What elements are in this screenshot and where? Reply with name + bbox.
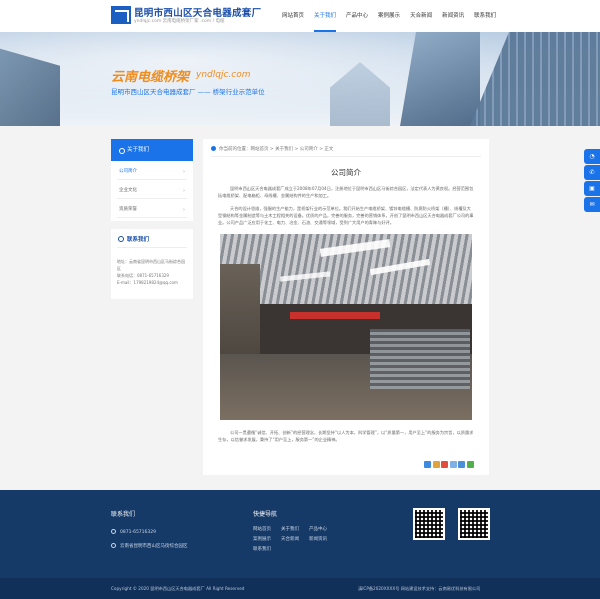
main-nav: 网站首页 关于我们 产品中心 案例展示 天合新闻 新闻资讯 联系我们 <box>282 0 506 32</box>
brand-subtitle: yndlqjc.com 云南电缆桥架厂家 .com / 电缆 <box>134 19 225 24</box>
photo-red-banner <box>290 312 380 319</box>
float-toolbar: ◔ ✆ ▣ ✉ <box>584 149 600 213</box>
banner-domain: yndlqjc.com <box>196 70 251 80</box>
footer-address-text: 云南省昆明市西山区马街综合园区 <box>120 544 188 549</box>
contact-address: 地址：云南省昆明市西山区马街综合园区 <box>117 259 185 271</box>
factory-photo <box>220 234 472 420</box>
qr-code-mobile <box>458 508 490 540</box>
sidebar-menu: 公司简介 › 企业文化 › 资质荣誉 › <box>111 161 193 221</box>
qr-code-pattern <box>460 510 488 538</box>
sidebar-item-culture[interactable]: 企业文化 › <box>117 183 187 199</box>
qr-code-wechat <box>413 508 445 540</box>
copyright-text: Copyright © 2020 昆明市西山区天合电器成套厂 All Right… <box>111 586 245 591</box>
nav-products[interactable]: 产品中心 <box>346 0 368 32</box>
footer-links-heading: 快捷导航 <box>253 511 278 518</box>
footer-link-tianhe-news[interactable]: 天合新闻 <box>281 536 299 542</box>
footer-contact-heading: 联系我们 <box>111 511 136 518</box>
qq-icon[interactable]: ◔ <box>584 149 600 164</box>
message-icon[interactable]: ✉ <box>584 197 600 212</box>
footer-phone-text: 0871-65716329 <box>120 530 156 535</box>
banner-slogan: 昆明市西山区天合电器成套厂 —— 桥架行业示范单位 <box>111 88 265 96</box>
phone-icon[interactable]: ✆ <box>584 165 600 180</box>
share-icon[interactable] <box>449 461 457 468</box>
footer-address: 云南省昆明市西山区马街综合园区 <box>111 543 188 549</box>
site-header: 昆明市西山区天合电器成套厂 yndlqjc.com 云南电缆桥架厂家 .com … <box>0 0 600 32</box>
sidebar-item-label: 资质荣誉 <box>119 207 137 212</box>
sidebar-heading: 关于我们 <box>111 139 193 161</box>
icp-text[interactable]: 滇ICP备2020XXXX号 网站建设技术支持：云南易优科技有限公司 <box>358 586 480 592</box>
footer-link-cases[interactable]: 案例展示 <box>253 536 271 542</box>
photo-racks <box>370 329 470 389</box>
share-icon[interactable] <box>424 461 431 468</box>
nav-contact[interactable]: 联系我们 <box>474 0 496 32</box>
article-paragraph: 昆明市西山区天合电器成套厂成立于2008年07月04日，注册地位于昆明市西山区马… <box>218 186 474 198</box>
sidebar-item-honors[interactable]: 资质荣誉 › <box>117 202 187 218</box>
chevron-right-icon: › <box>183 169 185 175</box>
sidebar-item-company-profile[interactable]: 公司简介 › <box>117 164 187 180</box>
share-bar <box>424 461 475 468</box>
share-icon[interactable] <box>466 461 474 468</box>
footer-link-products[interactable]: 产品中心 <box>309 526 327 532</box>
share-icon[interactable] <box>441 461 448 468</box>
breadcrumb: 你当前的位置：网站首页 > 关于我们 > 公司简介 > 正文 <box>211 146 333 152</box>
phone-icon <box>111 529 116 534</box>
contact-phone: 联系电话：0871-65716329 <box>117 273 169 278</box>
sidebar-item-label: 企业文化 <box>119 188 137 193</box>
footer-link-contact[interactable]: 联系我们 <box>253 546 271 552</box>
brand-logo-icon[interactable] <box>111 6 131 24</box>
divider <box>211 156 481 157</box>
nav-news[interactable]: 新闻资讯 <box>442 0 464 32</box>
chevron-right-icon: › <box>183 188 185 194</box>
copyright-bar: Copyright © 2020 昆明市西山区天合电器成套厂 All Right… <box>0 578 600 599</box>
footer-link-about[interactable]: 关于我们 <box>281 526 299 532</box>
share-icon[interactable] <box>458 461 465 468</box>
location-icon <box>111 543 116 548</box>
contact-title: 联系我们 <box>117 235 187 248</box>
chevron-right-icon: › <box>183 207 185 213</box>
article-paragraph: 公司一贯遵循“诚信、开拓、创新”的经营理念，长期坚持“以人为本，科学管理”，以“… <box>218 430 474 442</box>
article-paragraph: 天合的设计思维，强服的生产能力，是桥架行业的示范单位。我们开始生产电缆桥架、镀锌… <box>218 206 474 225</box>
sidebar-item-label: 公司简介 <box>119 169 137 174</box>
nav-about[interactable]: 关于我们 <box>314 0 337 32</box>
sidebar-contact: 联系我们 地址：云南省昆明市西山区马街综合园区 联系电话：0871-657163… <box>111 229 193 299</box>
site-footer <box>0 490 600 578</box>
main-content: 你当前的位置：网站首页 > 关于我们 > 公司简介 > 正文 公司简介 昆明市西… <box>203 139 489 475</box>
brand-name[interactable]: 昆明市西山区天合电器成套厂 <box>134 5 261 19</box>
banner-title: 云南电缆桥架 <box>111 70 190 85</box>
footer-phone: 0871-65716329 <box>111 529 156 535</box>
footer-link-news[interactable]: 新闻资讯 <box>309 536 327 542</box>
article-title: 公司简介 <box>331 168 361 177</box>
nav-home[interactable]: 网站首页 <box>282 0 304 32</box>
nav-cases[interactable]: 案例展示 <box>378 0 400 32</box>
qr-code-pattern <box>415 510 443 538</box>
footer-link-home[interactable]: 网站首页 <box>253 526 271 532</box>
nav-tianhe-news[interactable]: 天合新闻 <box>410 0 432 32</box>
breadcrumb-text[interactable]: 你当前的位置：网站首页 > 关于我们 > 公司简介 > 正文 <box>219 147 333 152</box>
hero-banner <box>0 32 600 126</box>
wechat-icon[interactable]: ▣ <box>584 181 600 196</box>
home-icon <box>211 146 216 151</box>
contact-email: E-mail：1798219824@qq.com <box>117 280 178 285</box>
share-icon[interactable] <box>432 461 440 468</box>
